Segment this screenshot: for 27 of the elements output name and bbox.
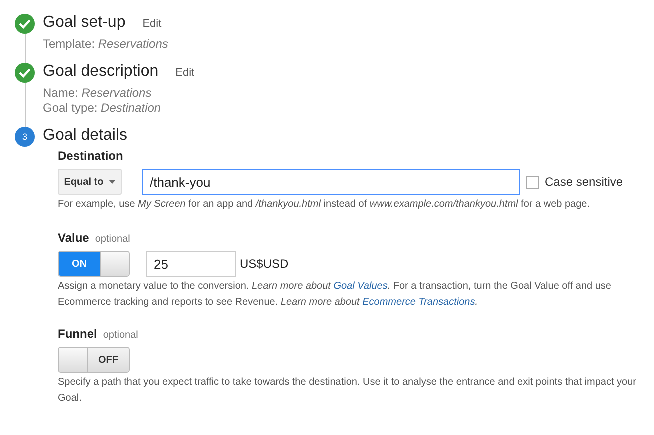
step-detail: Template: Reservations bbox=[43, 38, 170, 51]
edit-link[interactable]: Edit bbox=[176, 67, 195, 79]
step-detail: Goal type: Destination bbox=[43, 102, 162, 115]
match-dropdown[interactable]: Equal to bbox=[58, 169, 122, 195]
step-title: Goal set-up bbox=[43, 14, 126, 32]
field-label: Destination bbox=[58, 149, 124, 163]
help-text: For example, use My Screen for an app and /thankyou.html instead of www.example.com/thankyou.html for a web page. bbox=[58, 198, 591, 212]
caret-icon bbox=[108, 180, 116, 184]
help-link[interactable]: Goal Values bbox=[334, 281, 388, 292]
edit-link[interactable]: Edit bbox=[142, 18, 162, 30]
optional-note: optional bbox=[95, 234, 130, 245]
step-detail: Name: Reservations bbox=[43, 87, 153, 100]
help-text: Assign a monetary value to the conversion. Learn more about Goal Values. For a transaction, turn the Goal Value off and use Ecommerce tracking and reports to see Revenue. Learn more about Ecommerce Transactions. bbox=[58, 280, 612, 310]
case-sensitive-checkbox[interactable]: Case sensitive bbox=[526, 175, 624, 189]
field-label: Funnel bbox=[58, 327, 98, 341]
optional-note: optional bbox=[103, 330, 138, 341]
toggle-switch[interactable]: OFF bbox=[58, 347, 130, 373]
field-label: Value bbox=[58, 231, 90, 245]
step-title: Goal details bbox=[43, 127, 128, 145]
help-link[interactable]: Ecommerce Transactions bbox=[362, 297, 476, 308]
currency-label: US$USD bbox=[240, 257, 289, 271]
step-number: 3 bbox=[15, 127, 35, 147]
toggle-switch[interactable]: ON bbox=[58, 251, 130, 277]
value-field[interactable]: 25 bbox=[146, 251, 236, 277]
help-text: Specify a path that you expect traffic to take towards the destination. Use it to analyse the entrance and exit points that impact your Goal. bbox=[58, 376, 638, 406]
destination-field[interactable]: /thank-you bbox=[142, 169, 520, 195]
step-title: Goal description bbox=[43, 63, 159, 81]
